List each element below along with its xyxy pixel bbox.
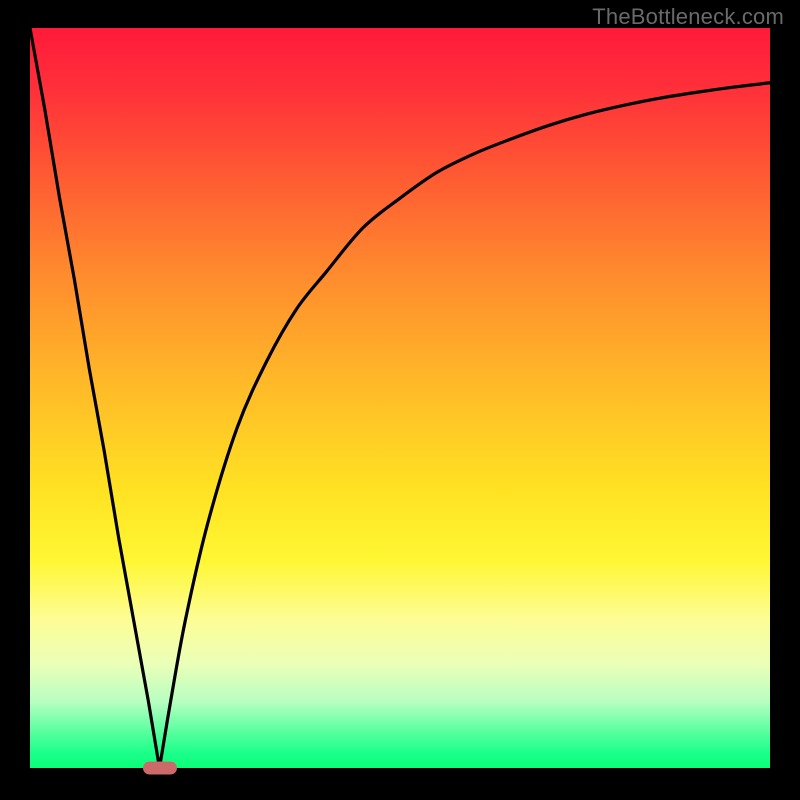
watermark-text: TheBottleneck.com: [592, 4, 784, 30]
chart-plot-area: [30, 28, 770, 768]
minimum-marker: [143, 762, 177, 775]
bottleneck-curve: [30, 28, 770, 768]
